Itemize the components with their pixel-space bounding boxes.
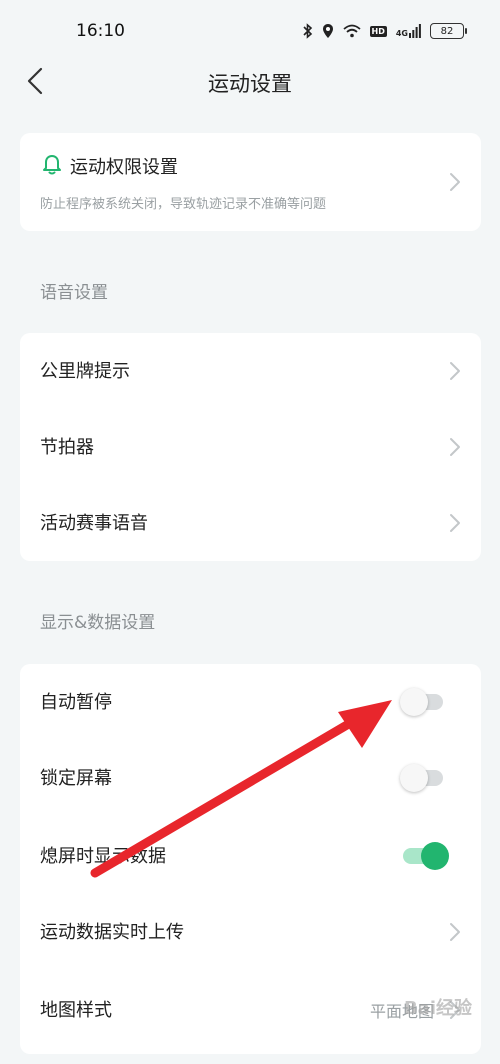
list-item-show-data-screen-off: 熄屏时显示数据 [20,818,481,894]
list-item-kilometer-prompt[interactable]: 公里牌提示 [20,333,481,409]
network-type: 4G [395,29,408,38]
list-item-metronome[interactable]: 节拍器 [20,409,481,485]
list-item-label: 地图样式 [40,1000,112,1021]
status-bar: 16:10 HD 4G 82 [0,0,500,62]
permission-description: 防止程序被系统关闭，导致轨迹记录不准确等问题 [40,197,327,212]
list-item-realtime-upload[interactable]: 运动数据实时上传 [20,894,481,970]
list-item-label: 自动暂停 [40,692,112,713]
auto-pause-toggle[interactable] [400,688,443,716]
toggle-knob [400,764,428,792]
permission-title: 运动权限设置 [70,157,178,178]
page-title: 运动设置 [208,72,292,96]
location-icon [322,23,334,39]
chevron-right-icon [449,172,461,192]
toggle-knob [421,842,449,870]
list-item-label: 节拍器 [40,437,94,458]
show-data-screen-off-toggle[interactable] [403,842,449,870]
status-time: 16:10 [76,21,125,41]
nav-bar: 运动设置 [0,60,500,106]
list-item-event-voice[interactable]: 活动赛事语音 [20,485,481,561]
permission-settings-card[interactable]: 运动权限设置 防止程序被系统关闭，导致轨迹记录不准确等问题 [20,133,481,231]
chevron-right-icon [449,922,461,942]
voice-section-label: 语音设置 [40,283,108,303]
chevron-right-icon [449,437,461,457]
chevron-right-icon [449,513,461,533]
chevron-right-icon [449,361,461,381]
list-item-label: 运动数据实时上传 [40,922,184,943]
display-section-label: 显示&数据设置 [40,613,156,633]
bell-icon [42,153,62,179]
list-item-label: 活动赛事语音 [40,513,148,534]
toggle-knob [400,688,428,716]
wifi-icon [342,24,361,38]
list-item-label: 公里牌提示 [40,361,130,382]
voice-settings-card: 公里牌提示 节拍器 活动赛事语音 [20,333,481,561]
cellular-signal-icon: 4G [396,24,421,38]
bluetooth-icon [302,23,313,39]
lock-screen-toggle[interactable] [400,764,443,792]
permission-title-row: 运动权限设置 [42,153,178,179]
list-item-label: 熄屏时显示数据 [40,846,166,867]
battery-indicator: 82 [430,23,467,39]
list-item-auto-pause: 自动暂停 [20,664,481,740]
status-icons: HD 4G 82 [302,23,467,39]
list-item-lock-screen: 锁定屏幕 [20,740,481,816]
hd-badge: HD [369,25,387,37]
watermark: Bai经验 [403,998,472,1019]
list-item-label: 锁定屏幕 [40,768,112,789]
